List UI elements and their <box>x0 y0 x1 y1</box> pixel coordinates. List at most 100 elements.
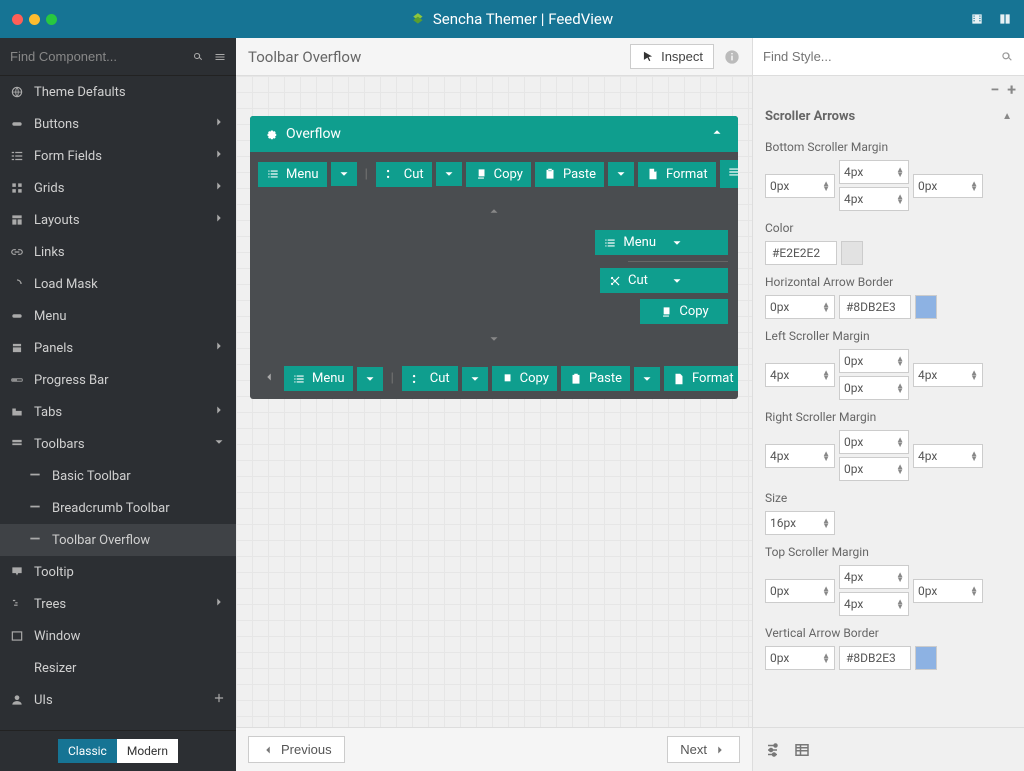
hab-swatch[interactable] <box>915 295 937 319</box>
overflow-menu-trigger[interactable] <box>720 160 738 188</box>
close-window[interactable] <box>12 14 23 25</box>
film-icon[interactable] <box>970 12 984 26</box>
menu-button-v[interactable]: Menu <box>595 230 664 255</box>
paste-button[interactable]: Paste <box>535 162 604 187</box>
vab-swatch[interactable] <box>915 646 937 670</box>
section-scroller-arrows[interactable]: Scroller Arrows ▲ <box>765 103 1012 130</box>
bottom-margin-left-field[interactable]: 0px▲▼ <box>765 174 835 198</box>
right-margin-bottom-field[interactable]: 0px▲▼ <box>839 457 909 481</box>
maximize-window[interactable] <box>46 14 57 25</box>
menu-button-h[interactable]: Menu <box>284 366 353 391</box>
book-icon[interactable] <box>998 12 1012 26</box>
sidebar-item-grids[interactable]: Grids <box>0 172 236 204</box>
left-margin-right-field[interactable]: 4px▲▼ <box>913 363 983 387</box>
bottom-margin-bottom-field[interactable]: 4px▲▼ <box>839 187 909 211</box>
inspect-button[interactable]: Inspect <box>630 44 714 69</box>
component-search-input[interactable] <box>10 49 186 64</box>
scroll-up-arrow[interactable] <box>260 202 728 224</box>
sidebar-item-menu[interactable]: Menu <box>0 300 236 332</box>
sidebar-item-tooltip[interactable]: Tooltip <box>0 556 236 588</box>
table-icon[interactable] <box>793 741 811 759</box>
left-margin-top-field[interactable]: 0px▲▼ <box>839 349 909 373</box>
menu-button[interactable]: Menu <box>258 162 327 187</box>
expand-all-button[interactable]: + <box>1007 80 1016 99</box>
sidebar-item-buttons[interactable]: Buttons <box>0 108 236 140</box>
top-margin-bottom-field[interactable]: 4px▲▼ <box>839 592 909 616</box>
paste-button-arrow[interactable] <box>608 162 634 186</box>
top-margin-left-field[interactable]: 0px▲▼ <box>765 579 835 603</box>
sidebar-item-progress-bar[interactable]: Progress Bar <box>0 364 236 396</box>
plus-icon[interactable] <box>212 691 226 705</box>
left-margin-bottom-field[interactable]: 0px▲▼ <box>839 376 909 400</box>
toolkit-modern-button[interactable]: Modern <box>117 739 178 763</box>
cut-button-h-arrow[interactable] <box>462 367 488 391</box>
sidebar-item-links[interactable]: Links <box>0 236 236 268</box>
style-search-input[interactable] <box>763 49 1000 64</box>
sliders-icon[interactable] <box>765 741 783 759</box>
paste-button-h-arrow[interactable] <box>634 367 660 391</box>
label-top-scroller-margin: Top Scroller Margin <box>765 545 1012 559</box>
bottom-margin-right-field[interactable]: 0px▲▼ <box>913 174 983 198</box>
hab-width-field[interactable]: 0px▲▼ <box>765 295 835 319</box>
titlebar: Sencha Themer | FeedView <box>0 0 1024 38</box>
scroll-down-arrow[interactable] <box>260 330 728 352</box>
toolkit-classic-button[interactable]: Classic <box>58 739 117 763</box>
cut-button-h[interactable]: Cut <box>402 366 458 391</box>
cut-button[interactable]: Cut <box>376 162 432 187</box>
menu-button-arrow[interactable] <box>331 162 357 186</box>
label-left-scroller-margin: Left Scroller Margin <box>765 329 1012 343</box>
sidebar-item-toolbar-overflow[interactable]: Toolbar Overflow <box>0 524 236 556</box>
sidebar-item-form-fields[interactable]: Form Fields <box>0 140 236 172</box>
right-margin-left-field[interactable]: 4px▲▼ <box>765 444 835 468</box>
scroll-left-arrow[interactable] <box>258 370 280 388</box>
color-value-field[interactable]: #E2E2E2 <box>765 241 837 265</box>
sidebar-item-trees[interactable]: Trees <box>0 588 236 620</box>
copy-button[interactable]: Copy <box>466 162 531 187</box>
sidebar-item-load-mask[interactable]: Load Mask <box>0 268 236 300</box>
minimize-window[interactable] <box>29 14 40 25</box>
sidebar-item-toolbars[interactable]: Toolbars <box>0 428 236 460</box>
menu-button-h-arrow[interactable] <box>357 367 383 391</box>
top-margin-right-field[interactable]: 0px▲▼ <box>913 579 983 603</box>
right-margin-right-field[interactable]: 4px▲▼ <box>913 444 983 468</box>
tree-icon <box>10 597 24 611</box>
collapse-icon[interactable] <box>710 125 724 139</box>
copy-button-h[interactable]: Copy <box>492 366 557 391</box>
color-swatch[interactable] <box>841 241 863 265</box>
copy-button-v[interactable]: Copy <box>640 299 728 324</box>
menu-icon[interactable] <box>214 50 226 64</box>
size-field[interactable]: 16px▲▼ <box>765 511 835 535</box>
cut-button-arrow[interactable] <box>436 162 462 186</box>
sidebar-item-resizer[interactable]: Resizer <box>0 652 236 684</box>
sidebar-item-breadcrumb-toolbar[interactable]: Breadcrumb Toolbar <box>0 492 236 524</box>
globe-icon <box>10 85 24 99</box>
previous-button[interactable]: Previous <box>248 736 345 763</box>
search-icon[interactable] <box>192 50 204 64</box>
cut-button-v[interactable]: Cut <box>600 268 664 293</box>
sidebar-item-tabs[interactable]: Tabs <box>0 396 236 428</box>
format-button[interactable]: Format <box>638 162 716 187</box>
right-margin-top-field[interactable]: 0px▲▼ <box>839 430 909 454</box>
cut-button-v-arrow[interactable] <box>664 268 728 293</box>
sidebar-item-panels[interactable]: Panels <box>0 332 236 364</box>
sidebar-item-basic-toolbar[interactable]: Basic Toolbar <box>0 460 236 492</box>
hab-color-field[interactable]: #8DB2E3 <box>839 295 911 319</box>
sidebar-item-window[interactable]: Window <box>0 620 236 652</box>
vab-color-field[interactable]: #8DB2E3 <box>839 646 911 670</box>
left-margin-left-field[interactable]: 4px▲▼ <box>765 363 835 387</box>
bottom-margin-top-field[interactable]: 4px▲▼ <box>839 160 909 184</box>
workarea-title: Toolbar Overflow <box>248 48 361 66</box>
collapse-all-button[interactable]: − <box>990 80 999 99</box>
format-button-h[interactable]: Format <box>664 366 738 391</box>
paste-button-h[interactable]: Paste <box>561 366 630 391</box>
menu-button-v-arrow[interactable] <box>664 230 728 255</box>
sidebar-item-layouts[interactable]: Layouts <box>0 204 236 236</box>
sidebar-item-uis[interactable]: UIs <box>0 684 236 716</box>
workarea-header: Toolbar Overflow Inspect <box>236 38 752 76</box>
search-icon[interactable] <box>1000 50 1014 64</box>
top-margin-top-field[interactable]: 4px▲▼ <box>839 565 909 589</box>
sidebar-item-theme-defaults[interactable]: Theme Defaults <box>0 76 236 108</box>
info-icon[interactable] <box>724 49 740 65</box>
vab-width-field[interactable]: 0px▲▼ <box>765 646 835 670</box>
next-button[interactable]: Next <box>667 736 740 763</box>
